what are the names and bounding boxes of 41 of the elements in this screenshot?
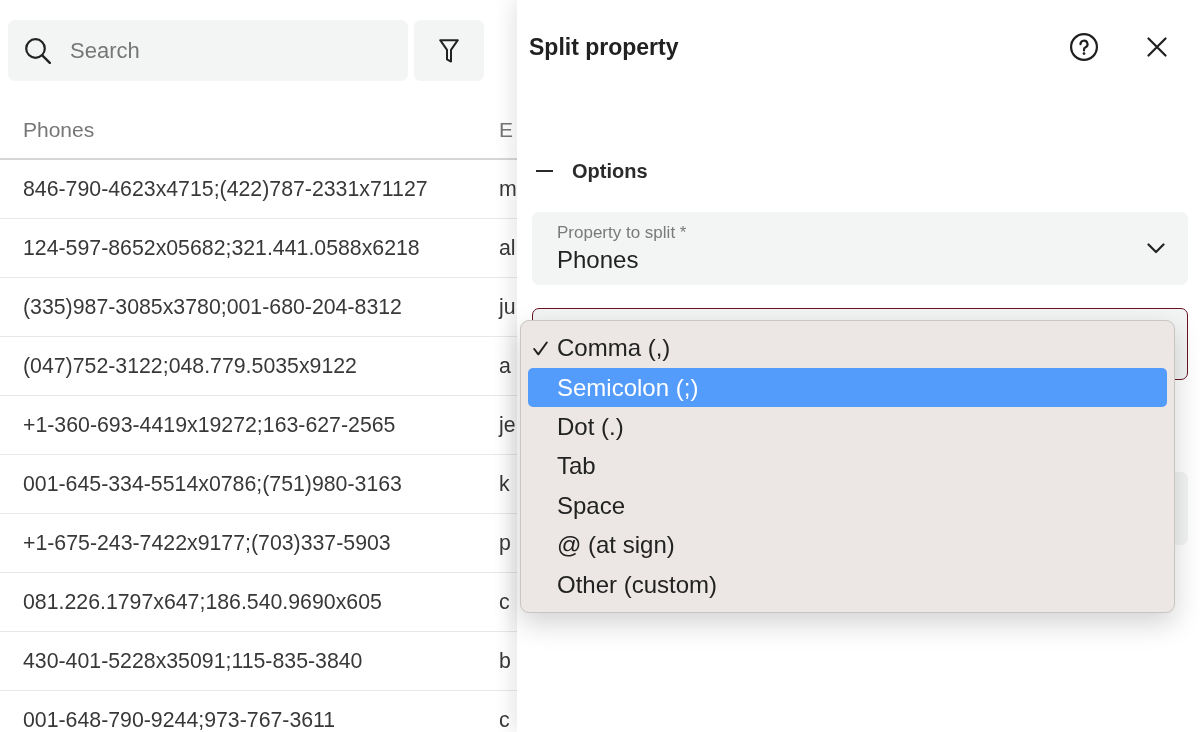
table-cell: ju: [499, 296, 516, 318]
checkmark-icon: [533, 340, 548, 356]
table-cell: p: [499, 532, 511, 554]
panel-title: Split property: [529, 33, 680, 61]
table-cell: 081.226.1797x647;186.540.9690x605: [23, 591, 382, 613]
table-cell: a: [499, 355, 511, 377]
table-cell: b: [499, 650, 511, 672]
column-header[interactable]: Phones: [23, 119, 95, 140]
column-header[interactable]: E: [499, 119, 513, 140]
search-icon: [25, 38, 51, 64]
field-value: Phones: [557, 245, 639, 275]
table-cell: (335)987-3085x3780;001-680-204-8312: [23, 296, 402, 318]
table-cell: 846-790-4623x4715;(422)787-2331x71127: [23, 178, 428, 200]
menu-item[interactable]: Space: [528, 486, 1167, 526]
funnel-icon: [439, 38, 459, 63]
table-cell: +1-675-243-7422x9177;(703)337-5903: [23, 532, 391, 554]
select-field[interactable]: Property to split * Phones: [532, 212, 1188, 285]
help-icon: [1070, 33, 1098, 61]
menu-item[interactable]: Tab: [528, 446, 1167, 487]
menu-item[interactable]: Dot (.): [528, 407, 1167, 447]
search-field[interactable]: Search: [8, 20, 408, 81]
table-cell: k: [499, 473, 510, 495]
table-cell: 001-645-334-5514x0786;(751)980-3163: [23, 473, 402, 495]
table-cell: (047)752-3122;048.779.5035x9122: [23, 355, 357, 377]
table-cell: 430-401-5228x35091;115-835-3840: [23, 650, 363, 672]
section-toggle[interactable]: Options: [536, 148, 648, 194]
filter-button[interactable]: [414, 20, 484, 81]
chevron-down-icon: [1147, 243, 1165, 254]
field-label: Property to split *: [557, 223, 687, 243]
table-cell: al: [499, 237, 516, 259]
close-icon: [1147, 37, 1167, 57]
menu-item[interactable]: Other (custom): [528, 564, 1167, 605]
table-cell: c: [499, 591, 510, 613]
menu-item[interactable]: @ (at sign): [528, 525, 1167, 565]
table-cell: m: [499, 178, 517, 200]
table-cell: 001-648-790-9244;973-767-3611: [23, 709, 336, 731]
menu-item[interactable]: Comma (,): [528, 328, 1167, 368]
table-cell: c: [499, 709, 510, 731]
table-cell: 124-597-8652x05682;321.441.0588x6218: [23, 237, 420, 259]
table-cell: je: [499, 414, 516, 436]
table-cell: +1-360-693-4419x19272;163-627-2565: [23, 414, 396, 436]
